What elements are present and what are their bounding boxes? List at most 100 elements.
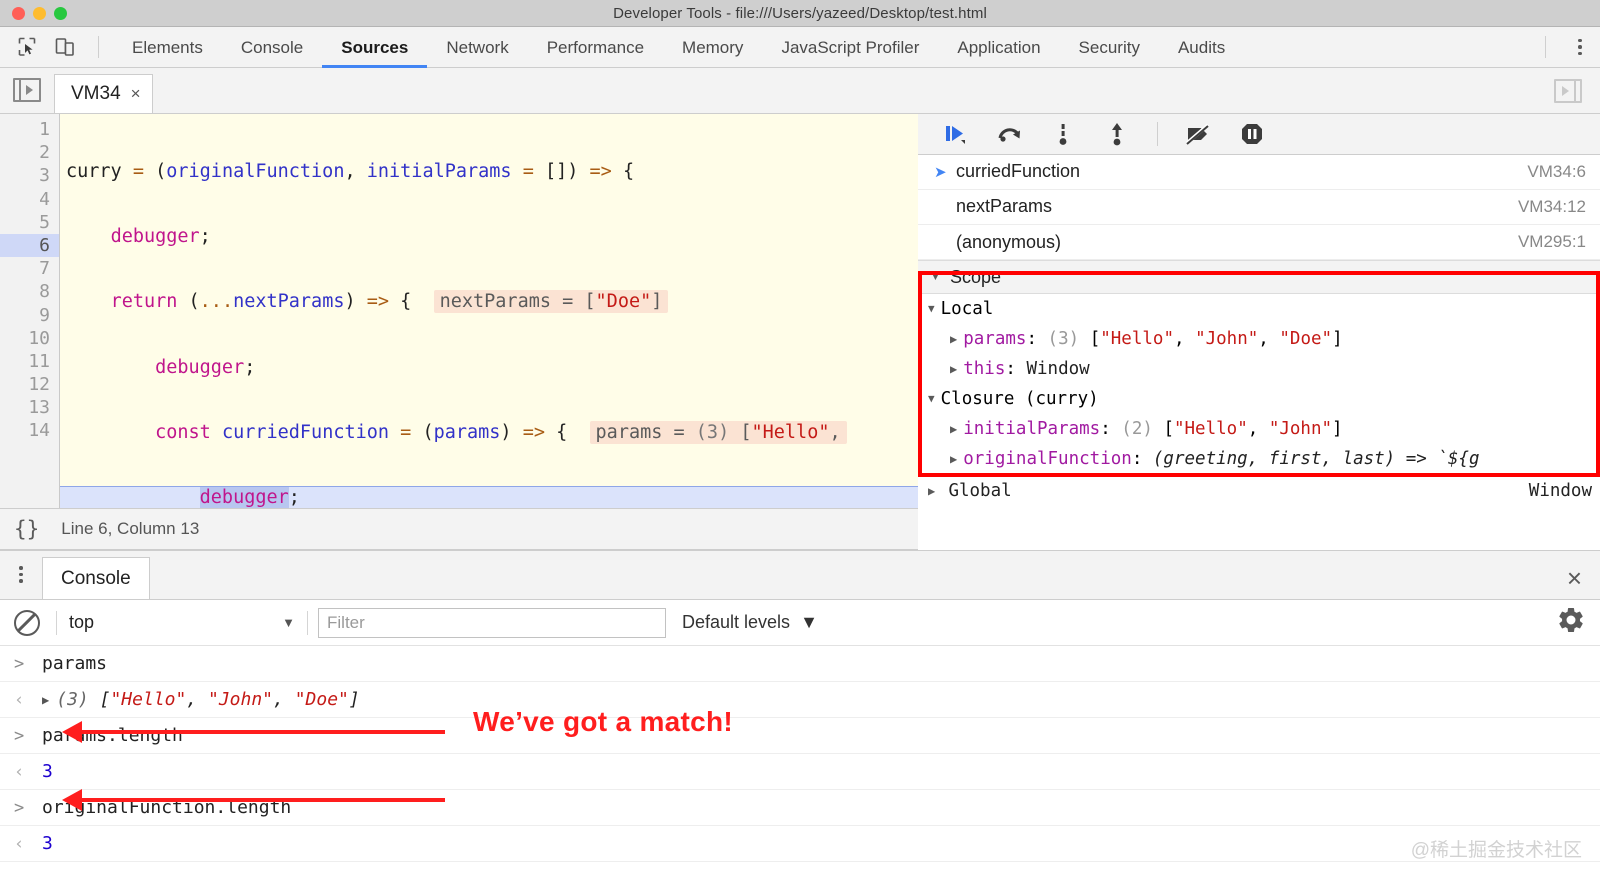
inline-value-nextparams: nextParams = ["Doe"] [433, 290, 669, 314]
tab-memory[interactable]: Memory [663, 27, 762, 68]
line-number: 1 [39, 119, 50, 140]
chevron-right-icon: ▶ [950, 451, 958, 466]
code-editor[interactable]: 1 2 3 4 5 6 7 8 9 10 11 12 13 14 curry =… [0, 114, 918, 508]
console-result-row[interactable]: ‹ 3 [0, 826, 1600, 862]
step-into-icon[interactable] [1046, 117, 1080, 151]
scope-group-closure[interactable]: ▼ Closure (curry) [918, 384, 1600, 414]
cursor-position-label: Line 6, Column 13 [61, 519, 200, 538]
execution-context-value: top [69, 612, 95, 632]
console-drawer: Console × top ▼ Filter Default levels ▼ [0, 550, 1600, 876]
close-icon[interactable]: × [131, 84, 141, 104]
tab-elements[interactable]: Elements [113, 27, 222, 68]
tab-security[interactable]: Security [1060, 27, 1159, 68]
tab-javascript-profiler[interactable]: JavaScript Profiler [762, 27, 938, 68]
deactivate-breakpoints-icon[interactable] [1181, 117, 1215, 151]
console-toolbar: top ▼ Filter Default levels ▼ [0, 600, 1600, 646]
code-line-2: debugger; [110, 226, 211, 248]
step-out-icon[interactable] [1100, 117, 1134, 151]
close-drawer-icon[interactable]: × [1567, 565, 1582, 591]
result-chevron-icon: ‹ [14, 689, 25, 710]
execution-context-select[interactable]: top ▼ [57, 612, 307, 633]
result-chevron-icon: ‹ [14, 761, 25, 782]
resume-icon[interactable] [938, 117, 972, 151]
line-number: 3 [39, 165, 50, 187]
scope-group-global[interactable]: ▶ Global Window [918, 474, 1600, 508]
callstack-row-nextparams[interactable]: nextParams VM34:12 [918, 190, 1600, 226]
scope-var-count: (2) [1121, 418, 1153, 439]
clear-console-icon[interactable] [14, 609, 40, 636]
tab-performance[interactable]: Performance [528, 27, 663, 68]
line-number: 14 [28, 420, 50, 442]
window-titlebar: Developer Tools - file:///Users/yazeed/D… [0, 0, 1600, 27]
tab-audits[interactable]: Audits [1159, 27, 1244, 68]
chevron-down-icon: ▼ [928, 301, 935, 315]
scope-group-local[interactable]: ▼ Local [918, 294, 1600, 324]
annotation-match-note: We’ve got a match! [473, 706, 734, 737]
editor-status-bar: {} Line 6, Column 13 [0, 508, 918, 550]
chevron-down-icon: ▼ [930, 271, 944, 284]
tab-console[interactable]: Console [222, 27, 322, 68]
chevron-right-icon: ▶ [928, 483, 943, 498]
callstack-name: curriedFunction [956, 161, 1081, 182]
scope-var-name: params [963, 328, 1027, 349]
tab-network[interactable]: Network [427, 27, 527, 68]
scope-group-value: Window [1528, 480, 1592, 501]
console-result-array: (3) ["Hello", "John", "Doe"] [56, 689, 360, 710]
drawer-more-options-icon[interactable] [0, 550, 42, 599]
settings-gear-icon[interactable] [1556, 605, 1586, 640]
line-number: 10 [28, 327, 50, 349]
toolbar-divider-right [1545, 36, 1546, 58]
log-levels-value: Default levels [682, 612, 791, 632]
scope-var-initialparams[interactable]: ▶ initialParams: (2) ["Hello", "John"] [918, 414, 1600, 444]
scope-var-originalfunction[interactable]: ▶ originalFunction: (greeting, first, la… [918, 444, 1600, 474]
line-number: 8 [39, 281, 50, 303]
result-chevron-icon: ‹ [14, 833, 25, 854]
scope-header-label: Scope [949, 266, 1001, 287]
console-result-number: 3 [42, 761, 53, 782]
tab-application[interactable]: Application [938, 27, 1059, 68]
pretty-print-icon[interactable]: {} [14, 517, 39, 541]
filter-input[interactable]: Filter [318, 607, 666, 638]
line-number: 9 [39, 304, 50, 326]
scope-var-this[interactable]: ▶ this: Window [918, 354, 1600, 384]
drawer-header: Console × [0, 551, 1600, 600]
tab-sources[interactable]: Sources [322, 27, 427, 68]
show-debugger-icon[interactable] [1554, 79, 1582, 103]
pause-on-exceptions-icon[interactable] [1235, 117, 1269, 151]
code-content[interactable]: curry = (originalFunction, initialParams… [60, 114, 918, 508]
callstack-row-curriedfunction[interactable]: ➤ curriedFunction VM34:6 [918, 155, 1600, 190]
inspect-element-icon[interactable] [8, 32, 46, 62]
callstack-row-anonymous[interactable]: (anonymous) VM295:1 [918, 225, 1600, 261]
file-tab-vm34[interactable]: VM34 × [54, 74, 153, 113]
device-toolbar-icon[interactable] [46, 32, 84, 62]
scope-section-header[interactable]: ▼ Scope [918, 260, 1600, 294]
file-tab-label: VM34 [71, 83, 121, 104]
code-line-4: debugger; [155, 356, 256, 378]
scope-var-params[interactable]: ▶ params: (3) ["Hello", "John", "Doe"] [918, 324, 1600, 354]
drawer-tab-console[interactable]: Console [42, 557, 150, 599]
console-result-row[interactable]: ‹ 3 [0, 754, 1600, 790]
line-number: 13 [28, 397, 50, 419]
debugger-sidebar: ➤ curriedFunction VM34:6 nextParams VM34… [918, 114, 1600, 508]
scope-var-name: initialParams [963, 418, 1101, 439]
console-prompt-row[interactable]: > [0, 862, 1600, 876]
more-options-icon[interactable] [1560, 32, 1600, 62]
console-result-row[interactable]: ‹ ▶ (3) ["Hello", "John", "Doe"] [0, 682, 1600, 718]
chevron-right-icon: ▶ [950, 421, 958, 436]
show-navigator-icon[interactable] [13, 78, 41, 102]
annotation-arrow-head-2 [62, 789, 82, 811]
callstack-location: VM295:1 [1517, 232, 1586, 252]
input-chevron-icon: > [14, 653, 25, 674]
step-over-icon[interactable] [992, 117, 1026, 151]
expand-icon[interactable]: ▶ [42, 693, 49, 707]
log-levels-select[interactable]: Default levels ▼ [682, 612, 818, 633]
code-line-3: return (...nextParams) => { nextParams =… [60, 290, 918, 314]
console-input-row[interactable]: > params.length [0, 718, 1600, 754]
sources-subtabbar-right [1554, 79, 1600, 113]
console-input-row[interactable]: > params [0, 646, 1600, 682]
debugger-toolbar [918, 114, 1600, 155]
watermark: @稀土掘金技术社区 [1410, 840, 1582, 861]
callstack-name: nextParams [956, 196, 1053, 217]
console-input-row[interactable]: > originalFunction.length [0, 790, 1600, 826]
line-number: 5 [39, 211, 50, 233]
